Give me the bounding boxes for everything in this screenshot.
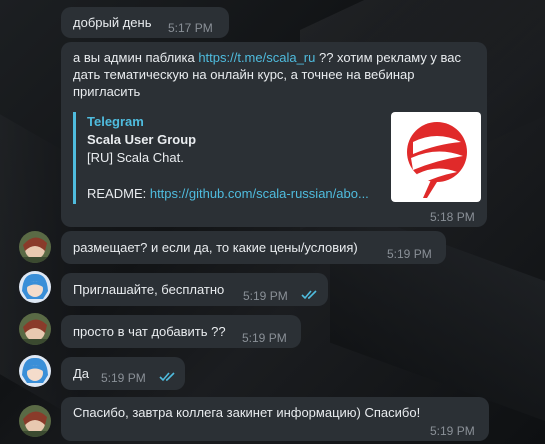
preview-title: Scala User Group (87, 132, 197, 147)
message-text: размещает? и если да, то какие цены/усло… (73, 240, 358, 255)
message-time: 5:19 PM (242, 331, 287, 345)
message-bubble[interactable]: а вы админ паблика https://t.me/scala_ru… (61, 42, 487, 227)
preview-thumbnail[interactable] (391, 112, 481, 202)
own-avatar[interactable] (19, 355, 51, 387)
message-time: 5:19 PM (430, 424, 475, 438)
message-time: 5:19 PM (387, 247, 432, 261)
own-avatar[interactable] (19, 271, 51, 303)
message-bubble[interactable]: Спасибо, завтра коллега закинет информац… (61, 397, 489, 441)
sender-avatar[interactable] (19, 231, 51, 263)
message-bubble[interactable]: просто в чат добавить ?? 5:19 PM (61, 315, 301, 348)
message-text: просто в чат добавить ?? (73, 324, 226, 339)
avatar-anime-icon (19, 231, 51, 263)
scala-logo-icon (407, 122, 467, 198)
avatar-anime-icon (19, 355, 51, 387)
readme-link[interactable]: https://github.com/scala-russian/abo... (150, 186, 369, 201)
preview-description: [RU] Scala Chat. (87, 150, 184, 165)
sender-avatar[interactable] (19, 313, 51, 345)
preview-site: Telegram (87, 114, 144, 129)
preview-readme: README: https://github.com/scala-russian… (87, 185, 369, 202)
message-text: Приглашайте, бесплатно (73, 282, 225, 297)
message-text: а вы админ паблика https://t.me/scala_ru… (73, 49, 478, 100)
double-check-icon (159, 372, 175, 382)
avatar-anime-icon (19, 271, 51, 303)
readme-label: README: (87, 186, 150, 201)
message-time: 5:19 PM (101, 371, 146, 385)
message-bubble[interactable]: добрый день 5:17 PM (61, 7, 229, 38)
avatar-anime-icon (19, 313, 51, 345)
sender-avatar[interactable] (19, 405, 51, 437)
message-time: 5:17 PM (168, 21, 213, 35)
message-bubble[interactable]: размещает? и если да, то какие цены/усло… (61, 231, 446, 264)
message-link[interactable]: https://t.me/scala_ru (198, 50, 315, 65)
double-check-icon (301, 290, 317, 300)
message-text: Да (73, 366, 90, 381)
link-preview[interactable]: Telegram Scala User Group [RU] Scala Cha… (73, 112, 481, 204)
message-text: Спасибо, завтра коллега закинет информац… (73, 405, 421, 420)
avatar-anime-icon (19, 405, 51, 437)
message-text-part: а вы админ паблика (73, 50, 199, 65)
message-time: 5:19 PM (243, 289, 288, 303)
message-time: 5:18 PM (430, 210, 475, 224)
message-bubble[interactable]: Да 5:19 PM (61, 357, 185, 390)
message-bubble[interactable]: Приглашайте, бесплатно 5:19 PM (61, 273, 328, 306)
message-text: добрый день (73, 15, 152, 30)
